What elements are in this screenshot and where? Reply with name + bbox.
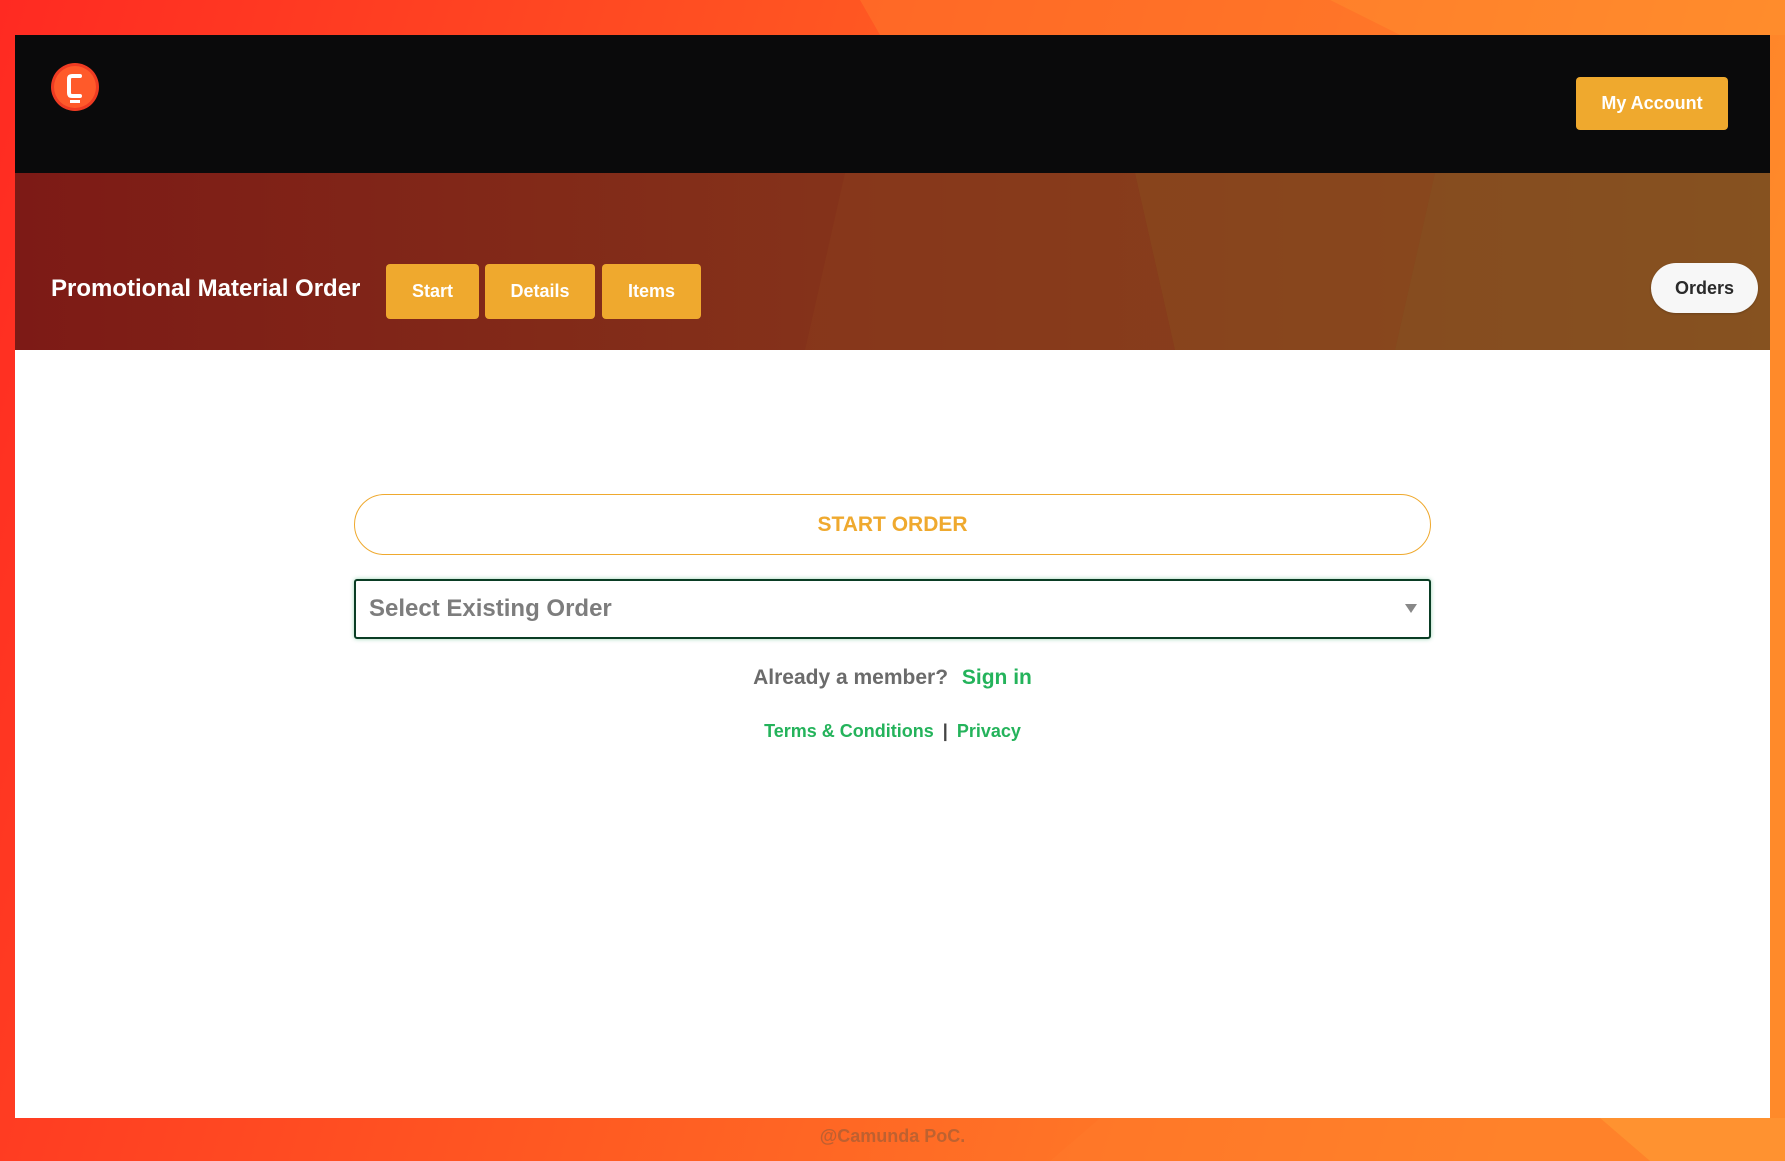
legal-links: Terms & Conditions | Privacy bbox=[354, 721, 1431, 742]
tab-items[interactable]: Items bbox=[602, 264, 701, 319]
camunda-logo-icon[interactable] bbox=[51, 63, 99, 111]
privacy-link[interactable]: Privacy bbox=[957, 721, 1021, 741]
copyright-text: @Camunda PoC. bbox=[819, 1126, 966, 1146]
banner-background bbox=[15, 173, 1770, 350]
top-navbar: My Account bbox=[15, 35, 1770, 173]
terms-link[interactable]: Terms & Conditions bbox=[764, 721, 934, 741]
page-banner: Promotional Material Order Start Details… bbox=[15, 173, 1770, 350]
my-account-button[interactable]: My Account bbox=[1576, 77, 1728, 130]
start-order-button[interactable]: START ORDER bbox=[354, 494, 1431, 555]
existing-order-select[interactable]: Select Existing Order bbox=[354, 579, 1431, 639]
chevron-down-icon bbox=[1405, 604, 1417, 613]
sign-in-link[interactable]: Sign in bbox=[962, 666, 1032, 689]
link-separator: | bbox=[942, 721, 948, 741]
select-value: Select Existing Order bbox=[369, 595, 612, 622]
tab-details[interactable]: Details bbox=[485, 264, 595, 319]
member-prompt-row: Already a member? Sign in bbox=[354, 666, 1431, 690]
tab-start[interactable]: Start bbox=[386, 264, 479, 319]
page-title: Promotional Material Order bbox=[51, 275, 361, 302]
orders-button[interactable]: Orders bbox=[1651, 263, 1758, 313]
member-prompt-text: Already a member? bbox=[753, 666, 949, 689]
app-window: My Account Promotional Material Order St… bbox=[15, 35, 1770, 1118]
